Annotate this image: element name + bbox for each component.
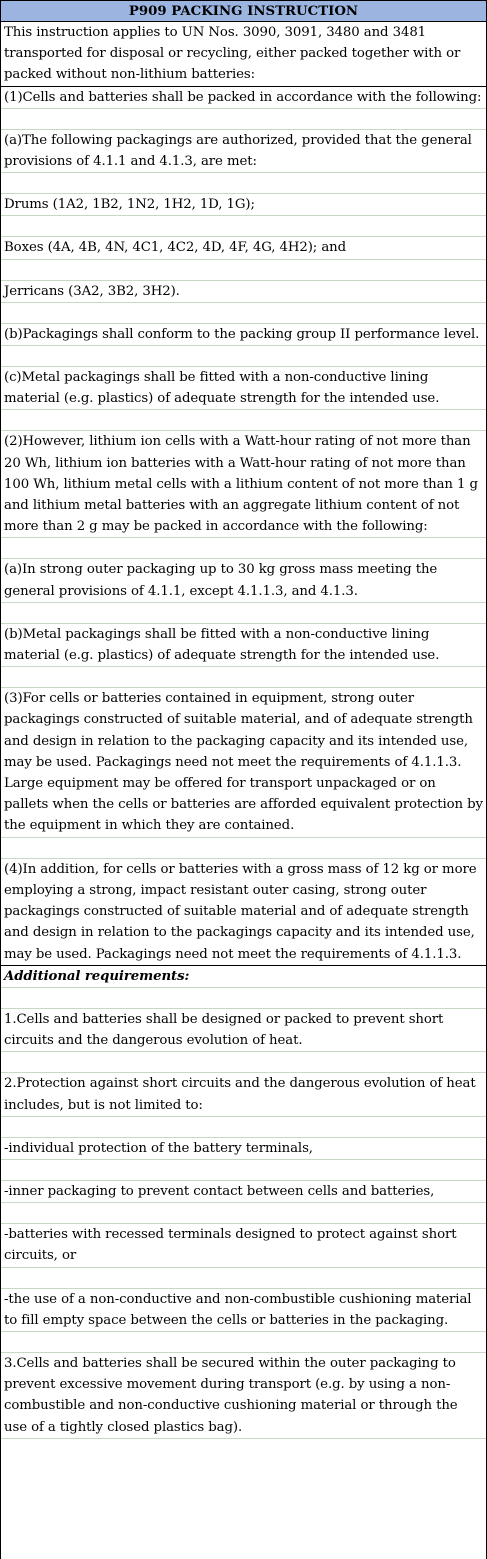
instruction-cell: (1)Cells and batteries shall be packed i… [1, 87, 486, 109]
blank-cell [1, 1203, 486, 1225]
instruction-cell: (b)Metal packagings shall be fitted with… [1, 624, 486, 668]
instruction-cell: (4)In addition, for cells or batteries w… [1, 859, 486, 966]
blank-cell [1, 1332, 486, 1353]
instruction-cell: Drums (1A2, 1B2, 1N2, 1H2, 1D, 1G); [1, 194, 486, 217]
instruction-cell: 2.Protection against short circuits and … [1, 1073, 486, 1117]
sheet-title: P909 PACKING INSTRUCTION [1, 0, 486, 22]
instruction-cell: 3.Cells and batteries shall be secured w… [1, 1353, 486, 1439]
section-heading: Additional requirements: [1, 966, 486, 988]
blank-cell [1, 216, 486, 238]
blank-cell [1, 1268, 486, 1289]
blank-cell [1, 260, 486, 281]
instruction-cell: -batteries with recessed terminals desig… [1, 1224, 486, 1268]
blank-cell [1, 1117, 486, 1138]
instruction-rows: This instruction applies to UN Nos. 3090… [1, 22, 486, 1439]
blank-cell [1, 346, 486, 368]
blank-cell [1, 173, 486, 195]
instruction-cell: (a)In strong outer packaging up to 30 kg… [1, 559, 486, 603]
instruction-cell: (b)Packagings shall conform to the packi… [1, 324, 486, 347]
blank-cell [1, 538, 486, 560]
instruction-cell: Boxes (4A, 4B, 4N, 4C1, 4C2, 4D, 4F, 4G,… [1, 237, 486, 260]
instruction-cell: 1.Cells and batteries shall be designed … [1, 1009, 486, 1053]
instruction-cell: (c)Metal packagings shall be fitted with… [1, 367, 486, 411]
instruction-cell: -inner packaging to prevent contact betw… [1, 1181, 486, 1204]
blank-cell [1, 1052, 486, 1074]
blank-cell [1, 303, 486, 324]
blank-cell [1, 410, 486, 432]
instruction-cell: (a)The following packagings are authoriz… [1, 130, 486, 174]
instruction-cell: (2)However, lithium ion cells with a Wat… [1, 431, 486, 539]
blank-cell [1, 667, 486, 689]
blank-cell [1, 838, 486, 859]
instruction-cell: (3)For cells or batteries contained in e… [1, 688, 486, 838]
packing-instruction-sheet: P909 PACKING INSTRUCTION This instructio… [0, 0, 487, 1559]
instruction-cell: -the use of a non-conductive and non-com… [1, 1289, 486, 1332]
blank-cell [1, 988, 486, 1009]
instruction-cell: This instruction applies to UN Nos. 3090… [1, 22, 486, 87]
blank-cell [1, 603, 486, 624]
instruction-cell: Jerricans (3A2, 3B2, 3H2). [1, 281, 486, 303]
blank-cell [1, 1160, 486, 1181]
blank-cell [1, 109, 486, 130]
instruction-cell: -individual protection of the battery te… [1, 1138, 486, 1160]
